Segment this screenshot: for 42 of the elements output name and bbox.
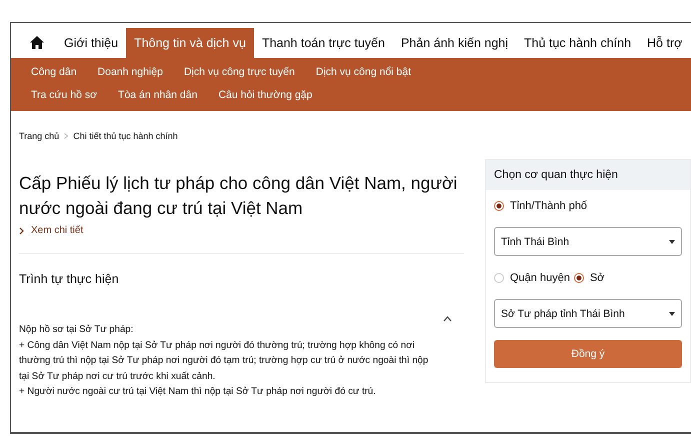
radio-icon[interactable]: [494, 273, 504, 283]
nav-tab[interactable]: Giới thiệu: [56, 36, 126, 58]
procedure-text: Nộp hồ sơ tại Sở Tư pháp:: [19, 323, 134, 337]
procedure-text: + Công dân Việt Nam nộp tại Sở Tư pháp nơi người đó thường trú; trường hợp không có nơi: [19, 338, 415, 352]
radio-label: Quận huyện: [510, 272, 570, 284]
radio-label: Tỉnh/Thành phố: [510, 200, 588, 212]
radio-icon[interactable]: [494, 201, 504, 211]
section-heading[interactable]: Trình tự thực hiện: [19, 272, 464, 286]
chevron-icon: [64, 133, 68, 139]
sub-nav-link[interactable]: Doanh nghiệp: [98, 61, 163, 84]
breadcrumb-current: Chi tiết thủ tục hành chính: [73, 131, 178, 141]
nav-tab[interactable]: Thanh toán trực tuyến: [254, 36, 393, 58]
radio-label: Sở: [590, 272, 604, 284]
nav-tab[interactable]: Phản ánh kiến nghị: [392, 36, 516, 58]
panel-header: Chọn cơ quan thực hiện: [486, 160, 690, 190]
collapse-caret-icon[interactable]: [443, 316, 452, 322]
nav-tab[interactable]: Thủ tục hành chính: [516, 36, 640, 58]
department-select[interactable]: Sở Tư pháp tỉnh Thái Bình: [494, 299, 682, 328]
submit-button[interactable]: Đồng ý: [494, 340, 682, 368]
page-title: Cấp Phiếu lý lịch tư pháp cho công dân Việt Nam, người nước ngoài đang cư trú tại Việt Nam: [19, 172, 458, 220]
sub-nav-link[interactable]: Câu hỏi thường gặp: [218, 84, 312, 107]
radio-option[interactable]: Quận huyện: [494, 272, 570, 284]
radio-icon[interactable]: [574, 273, 584, 283]
details-link[interactable]: Xem chi tiết: [31, 225, 84, 236]
dropdown-caret-icon: [669, 312, 675, 316]
sub-nav-link[interactable]: Tra cứu hồ sơ: [31, 84, 98, 107]
breadcrumb-link[interactable]: Trang chủ: [19, 131, 60, 141]
province-select[interactable]: Tỉnh Thái Bình: [494, 227, 682, 256]
sub-nav-link[interactable]: Dịch vụ công nổi bật: [316, 61, 412, 84]
radio-option[interactable]: Sở: [574, 272, 604, 284]
home-icon[interactable]: [30, 36, 44, 49]
procedure-text: thường trú thì nộp tại Sở Tư pháp nơi người đó tạm trú; trường hợp cư trú ở nước ngoài thì nộp: [19, 354, 428, 368]
sub-nav-link[interactable]: Công dân: [31, 61, 77, 84]
radio-option[interactable]: Tỉnh/Thành phố: [494, 200, 588, 212]
procedure-text: + Người nước ngoài cư trú tại Việt Nam thì nộp tại Sở Tư pháp nơi người đó cư trú.: [19, 385, 376, 399]
sub-nav-link[interactable]: Dịch vụ công trực tuyến: [184, 61, 295, 84]
sub-nav-link[interactable]: Tòa án nhân dân: [118, 84, 198, 107]
nav-tab[interactable]: Thông tin và dịch vụ: [126, 28, 254, 58]
chevron-icon: [19, 226, 24, 234]
dropdown-caret-icon: [669, 240, 675, 244]
procedure-text: tại Sở Tư pháp nơi cư trú trước khi xuất cảnh.: [19, 370, 216, 384]
nav-tab[interactable]: Hỗ trợ: [639, 36, 690, 58]
